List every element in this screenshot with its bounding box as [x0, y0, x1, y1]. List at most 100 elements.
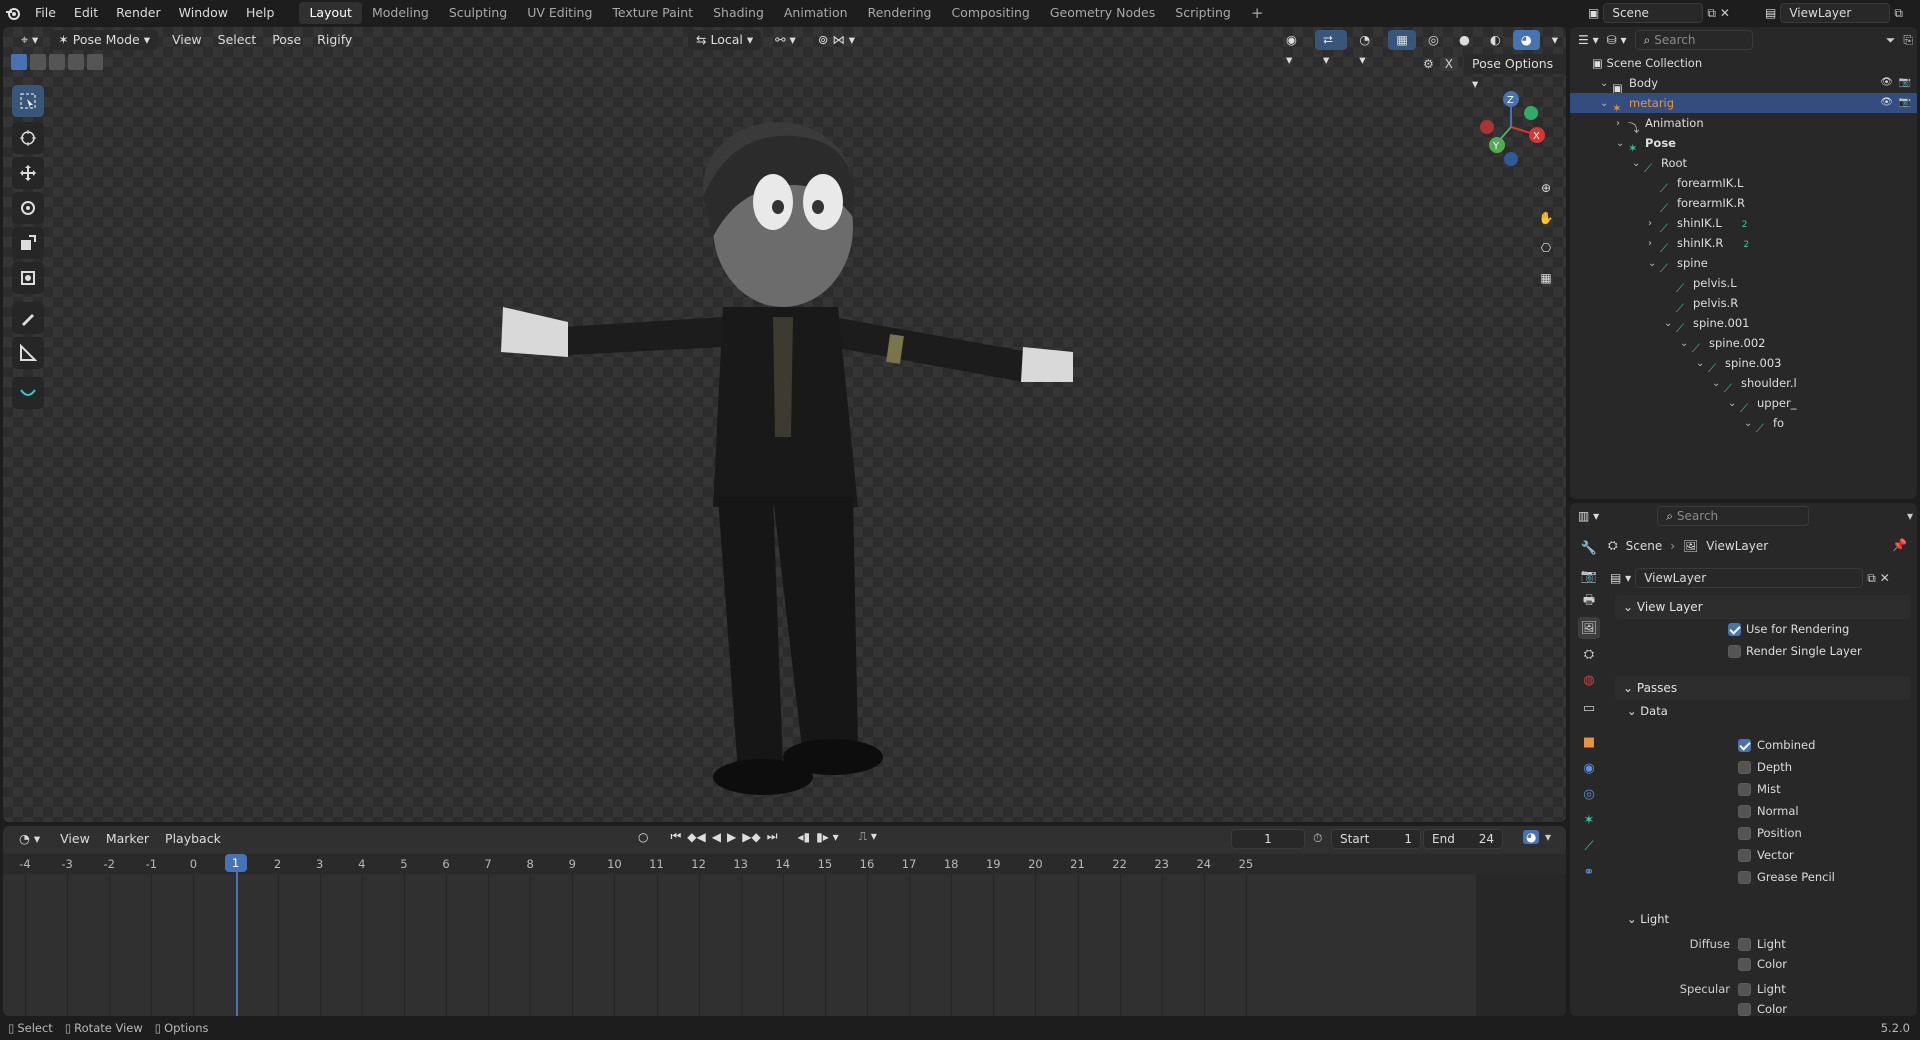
view-layer-icon[interactable]: ▤ [1765, 6, 1776, 20]
viewport-menu-rigify[interactable]: Rigify [309, 30, 360, 50]
move-tool-icon[interactable] [12, 157, 44, 189]
pass-combined-checkbox[interactable] [1738, 739, 1751, 752]
keying-icon[interactable]: ○ [638, 830, 648, 844]
playhead-line[interactable] [235, 872, 238, 1016]
outliner-row-body[interactable]: ⌄ ▣ Body 👁 📷 [1570, 73, 1917, 95]
end-frame-field[interactable]: End 24 [1423, 829, 1503, 849]
expand-chevron-icon[interactable]: ⌄ [1648, 254, 1660, 274]
bone-constraint-tab-icon[interactable]: ⚭ [1578, 861, 1600, 883]
pass-normal-checkbox[interactable] [1738, 805, 1751, 818]
pass-mist-checkbox[interactable] [1738, 783, 1751, 796]
specular-color-checkbox[interactable] [1738, 1003, 1751, 1016]
xray-toggle[interactable]: ▦ [1388, 30, 1417, 50]
tab-geometry-nodes[interactable]: Geometry Nodes [1040, 2, 1165, 24]
tab-animation[interactable]: Animation [774, 2, 858, 24]
diffuse-color-checkbox[interactable] [1738, 958, 1751, 971]
menu-help[interactable]: Help [237, 0, 284, 26]
tab-modeling[interactable]: Modeling [362, 2, 439, 24]
properties-options-icon[interactable]: ▾ [1907, 509, 1913, 523]
cursor-tool-icon[interactable] [12, 122, 44, 154]
view-layer-browse-icon[interactable]: ▤ ▾ [1610, 571, 1631, 585]
expand-chevron-icon[interactable]: ⌄ [1600, 74, 1612, 94]
outliner-row-spine-001[interactable]: ⌄ ⟋ spine.001 [1570, 313, 1917, 335]
expand-chevron-icon[interactable]: ⌄ [1728, 394, 1740, 414]
tab-texture-paint[interactable]: Texture Paint [602, 2, 703, 24]
transform-orientation-selector[interactable]: ⇆ Local ▾ [688, 30, 762, 50]
tab-sculpting[interactable]: Sculpting [439, 2, 517, 24]
properties-editor-type-icon[interactable]: ▥ ▾ [1578, 509, 1599, 523]
expand-chevron-icon[interactable]: ⌄ [1696, 354, 1708, 374]
shading-solid-button[interactable]: ● [1451, 30, 1478, 50]
outliner-row-shinik-l[interactable]: › ⟋ shinIK.L 2 [1570, 213, 1917, 235]
expand-chevron-icon[interactable]: ⌄ [1616, 134, 1628, 154]
start-frame-field[interactable]: Start 1 [1331, 829, 1421, 849]
select-invert-icon[interactable] [68, 54, 84, 70]
menu-file[interactable]: File [26, 0, 65, 26]
pass-vector-checkbox[interactable] [1738, 849, 1751, 862]
timeline-menu-view[interactable]: View [52, 829, 98, 849]
world-tab-icon[interactable]: ◍ [1578, 669, 1600, 691]
visibility-selector[interactable]: ◉ ▾ [1278, 30, 1311, 67]
pass-depth-checkbox[interactable] [1738, 761, 1751, 774]
scene-tab-icon[interactable]: ⛭ [1578, 643, 1600, 665]
measure-tool-icon[interactable] [12, 337, 44, 369]
visibility-eye-icon[interactable]: 👁 [1880, 73, 1893, 93]
duplicate-view-layer-icon[interactable]: ⧉ [1867, 571, 1876, 586]
subpanel-light[interactable]: ⌄ Light [1627, 908, 1911, 930]
outliner-row-forearmik-r[interactable]: ⟋ forearmIK.R [1570, 193, 1917, 215]
view-layer-name-field[interactable]: ViewLayer [1635, 568, 1864, 588]
outliner-search-input[interactable]: ⌕ Search [1634, 30, 1753, 50]
timeline-menu-playback[interactable]: Playback [157, 829, 229, 849]
outliner-row-pose[interactable]: ⌄ ✶ Pose [1570, 133, 1917, 155]
navigation-gizmo[interactable]: Z X Y [1473, 87, 1549, 167]
expand-chevron-icon[interactable]: ⌄ [1744, 414, 1756, 434]
pose-options-button[interactable]: Pose Options ▾ [1464, 54, 1566, 91]
physics-tab-icon[interactable]: ◎ [1578, 783, 1600, 805]
shading-options-button[interactable]: ▾ [1544, 30, 1566, 50]
tab-scripting[interactable]: Scripting [1165, 2, 1241, 24]
menu-render[interactable]: Render [107, 0, 170, 26]
blender-logo-icon[interactable] [0, 0, 26, 26]
delete-view-layer-icon[interactable]: ✕ [1880, 571, 1890, 585]
menu-window[interactable]: Window [170, 0, 237, 26]
expand-chevron-icon[interactable]: › [1616, 114, 1628, 134]
rotate-tool-icon[interactable] [12, 192, 44, 224]
pass-position-checkbox[interactable] [1738, 827, 1751, 840]
view-layer-tab-icon[interactable]: 🖼 [1578, 617, 1600, 639]
pin-icon[interactable]: 📌 [1892, 538, 1907, 552]
outliner-row-spine-003[interactable]: ⌄ ⟋ spine.003 [1570, 353, 1917, 375]
timeline-options-icon[interactable]: ▾ [1545, 830, 1551, 844]
tab-rendering[interactable]: Rendering [858, 2, 942, 24]
specular-light-checkbox[interactable] [1738, 983, 1751, 996]
expand-chevron-icon[interactable]: › [1648, 234, 1660, 254]
select-box-tool-icon[interactable] [12, 85, 44, 117]
outliner-row-metarig[interactable]: ⌄ ✶ metarig 👁 📷 [1570, 93, 1917, 115]
menu-edit[interactable]: Edit [65, 0, 107, 26]
tab-layout[interactable]: Layout [299, 2, 362, 24]
outliner-row-animation[interactable]: › ⤵ Animation [1570, 113, 1917, 135]
outliner-row-pelvis-r[interactable]: ⟋ pelvis.R [1570, 293, 1917, 315]
viewport-menu-view[interactable]: View [164, 30, 210, 50]
visibility-eye-icon[interactable]: 👁 [1880, 93, 1893, 113]
outliner-row-forearmik-l[interactable]: ⟋ forearmIK.L [1570, 173, 1917, 195]
current-frame-field[interactable]: 1 [1231, 829, 1305, 849]
play-icon[interactable]: ▶ [727, 830, 736, 844]
panel-passes[interactable]: ⌄ Passes [1615, 676, 1911, 700]
render-camera-icon[interactable]: 📷 [1899, 73, 1911, 93]
scene-selector[interactable]: Scene [1603, 3, 1704, 23]
outliner-row-pelvis-l[interactable]: ⟋ pelvis.L [1570, 273, 1917, 295]
character-model[interactable] [473, 107, 1073, 807]
add-workspace-button[interactable]: + [1241, 2, 1274, 24]
zoom-icon[interactable]: ⊕ [1533, 175, 1559, 201]
select-new-icon[interactable] [11, 54, 27, 70]
annotate-tool-icon[interactable] [12, 302, 44, 334]
render-single-layer-checkbox[interactable] [1728, 645, 1741, 658]
select-extend-icon[interactable] [30, 54, 46, 70]
outliner-row-fo[interactable]: ⌄ ⟋ fo [1570, 413, 1917, 435]
pass-grease-pencil-checkbox[interactable] [1738, 871, 1751, 884]
new-collection-icon[interactable]: ⎘ [1903, 33, 1913, 48]
outliner-row-upper-[interactable]: ⌄ ⟋ upper_ [1570, 393, 1917, 415]
tool-tab-icon[interactable]: 🔧 [1578, 537, 1600, 559]
modifiers-tab-icon[interactable]: ◉ [1578, 757, 1600, 779]
snap-toggle[interactable]: ⊚ ⋈ ▾ [810, 30, 863, 50]
